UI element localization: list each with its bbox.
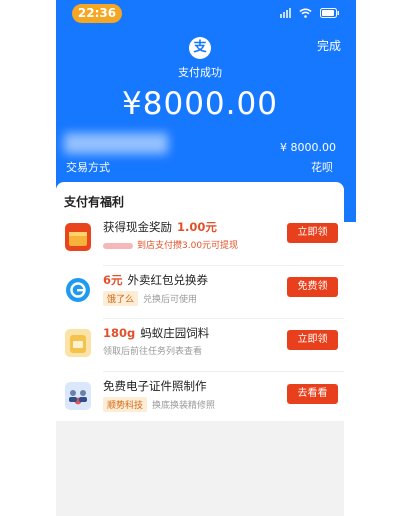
- red-envelope-icon: [65, 223, 91, 251]
- get-free-button[interactable]: 免费领: [287, 277, 338, 297]
- offer-title: 免费电子证件照制作: [103, 378, 207, 394]
- divider: [103, 371, 344, 372]
- claim-now-button[interactable]: 立即领: [287, 223, 338, 243]
- payment-method-value: 花呗: [311, 161, 333, 174]
- offer-title-text: 蚂蚁庄园饲料: [140, 326, 210, 340]
- status-bar: 22:36: [56, 0, 356, 28]
- offer-subtitle: 饿了么 兑换后可使用: [103, 291, 197, 306]
- redacted-merchant-name: [64, 133, 168, 154]
- offer-subtitle-text: 到店支付攒3.00元可提现: [137, 241, 239, 251]
- battery-icon: [320, 8, 340, 18]
- offer-subtitle-text: 换底换装精修照: [152, 401, 216, 411]
- offer-title-text: 免费电子证件照制作: [103, 379, 207, 393]
- brand-tag: 饿了么: [103, 291, 139, 306]
- offer-amount: 1.00元: [177, 220, 217, 234]
- status-time: 22:36: [72, 4, 122, 23]
- offer-title: 6元 外卖红包兑换券: [103, 272, 208, 288]
- wifi-icon: [299, 8, 312, 18]
- offer-title-text: 外卖红包兑换券: [127, 273, 209, 287]
- page-background: [56, 421, 344, 516]
- order-amount-value: ¥ 8000.00: [280, 141, 336, 154]
- offer-cash-reward[interactable]: 获得现金奖励 1.00元 到店支付攒3.00元可提现 立即领: [56, 217, 344, 270]
- offer-title-text: 获得现金奖励: [103, 220, 172, 234]
- offer-eleme-voucher[interactable]: 6元 外卖红包兑换券 饿了么 兑换后可使用 免费领: [56, 270, 344, 323]
- done-button[interactable]: 完成: [317, 37, 341, 54]
- offer-subtitle: 到店支付攒3.00元可提现: [103, 238, 238, 251]
- offer-amount: 6元: [103, 273, 123, 287]
- id-photo-icon: [65, 382, 91, 410]
- offer-subtitle: 顺势科技 换底换装精修照: [103, 397, 215, 412]
- view-button[interactable]: 去看看: [287, 384, 338, 404]
- offer-title: 180g 蚂蚁庄园饲料: [103, 325, 209, 341]
- brand-tag: 顺势科技: [103, 397, 148, 412]
- offer-subtitle: 领取后前往任务列表查看: [103, 344, 202, 357]
- alipay-logo-icon: 支: [189, 37, 211, 59]
- offer-subtitle-text: 兑换后可使用: [143, 295, 198, 305]
- reward-progress-bar: [103, 242, 133, 249]
- payment-amount: ¥8000.00: [122, 86, 278, 122]
- benefits-title: 支付有福利: [64, 195, 125, 209]
- offer-amount: 180g: [103, 326, 136, 340]
- claim-now-button[interactable]: 立即领: [287, 330, 338, 350]
- phone-screen: 22:36 完成 支 支付成功 ¥8000.00 ¥ 8000.00 交易方式 …: [0, 0, 400, 516]
- divider: [103, 318, 344, 319]
- eleme-icon: [65, 276, 91, 304]
- status-icons: [280, 8, 340, 18]
- payment-status: 支付成功: [178, 66, 222, 79]
- offer-ant-farm-feed[interactable]: 180g 蚂蚁庄园饲料 领取后前往任务列表查看 立即领: [56, 323, 344, 376]
- cellular-signal-icon: [280, 8, 291, 18]
- offer-title: 获得现金奖励 1.00元: [103, 219, 217, 235]
- offer-subtitle-text: 领取后前往任务列表查看: [103, 347, 203, 357]
- benefits-card: 支付有福利 获得现金奖励 1.00元 到店支付攒3.00元可提现 立即领 6元 …: [56, 182, 344, 421]
- payment-method-label: 交易方式: [66, 161, 110, 174]
- feed-bag-icon: [65, 329, 91, 357]
- divider: [103, 265, 344, 266]
